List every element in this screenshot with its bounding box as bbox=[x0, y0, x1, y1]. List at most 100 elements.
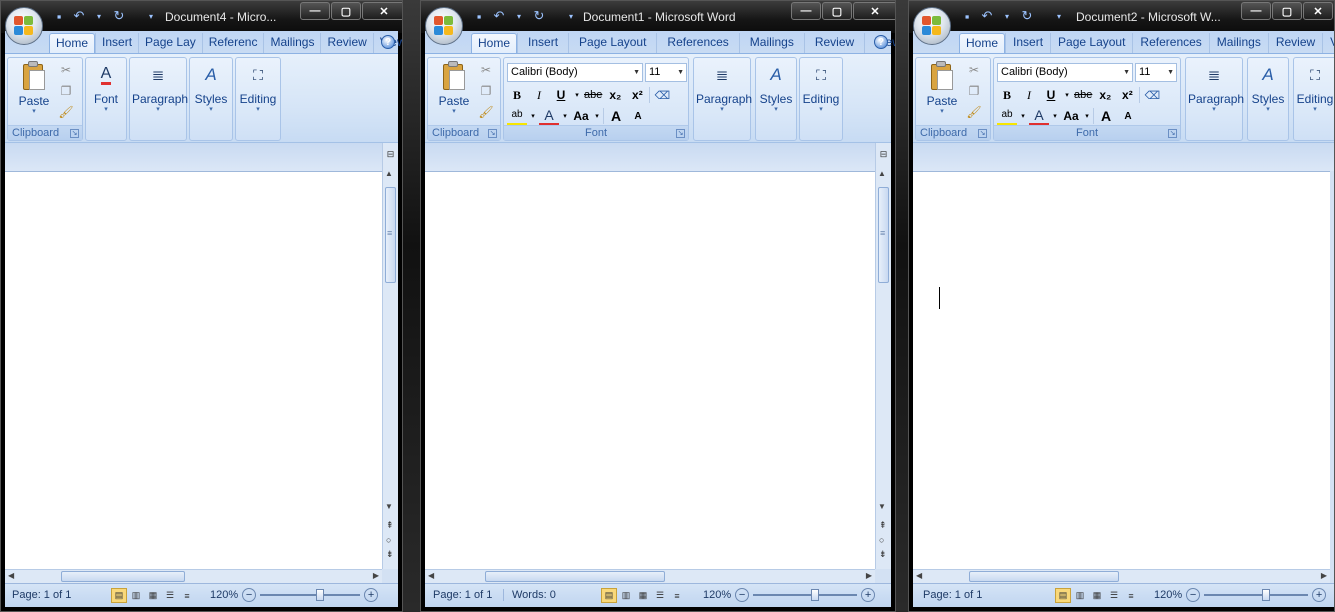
bold-button[interactable]: B bbox=[507, 85, 527, 105]
paragraph-group[interactable]: ≣ Paragraph ▾ bbox=[693, 57, 752, 141]
redo-icon[interactable]: ↻ bbox=[531, 8, 547, 24]
strikethrough-button[interactable]: abe bbox=[1073, 85, 1093, 105]
highlight-icon[interactable]: ab bbox=[997, 106, 1017, 126]
print-layout-icon[interactable]: ▤ bbox=[601, 588, 617, 603]
editing-group[interactable]: ⛶ Editing ▾ bbox=[799, 57, 843, 141]
copy-icon[interactable]: ❐ bbox=[58, 83, 74, 99]
document-page[interactable] bbox=[5, 171, 382, 569]
minimize-button[interactable]: — bbox=[1241, 2, 1271, 20]
tab-mailings[interactable]: Mailings bbox=[263, 33, 320, 53]
grow-font-button[interactable]: A bbox=[606, 106, 626, 126]
view-ruler-icon[interactable]: ⊟ bbox=[877, 147, 890, 161]
horizontal-scrollbar[interactable]: ◀ ▶ bbox=[425, 569, 875, 583]
redo-icon[interactable]: ↻ bbox=[111, 8, 127, 24]
dropdown-arrow-icon[interactable]: ▾ bbox=[561, 106, 569, 126]
tab-page-layout[interactable]: Page Layout bbox=[1050, 33, 1132, 53]
tab-review[interactable]: Review bbox=[320, 33, 372, 53]
undo-icon[interactable]: ↶ bbox=[491, 8, 507, 24]
zoom-slider-knob[interactable] bbox=[811, 589, 820, 601]
zoom-out-icon[interactable]: − bbox=[735, 588, 750, 602]
cut-icon[interactable]: ✂ bbox=[478, 62, 494, 78]
styles-group[interactable]: A Styles ▾ bbox=[755, 57, 797, 141]
close-button[interactable]: ✕ bbox=[1303, 2, 1333, 20]
office-button[interactable] bbox=[913, 7, 951, 45]
zoom-out-icon[interactable]: − bbox=[1186, 588, 1201, 602]
clear-formatting-icon[interactable]: ⌫ bbox=[652, 85, 672, 105]
scroll-down-icon[interactable]: ▼ bbox=[385, 502, 393, 511]
outline-icon[interactable]: ☰ bbox=[1106, 588, 1122, 603]
document-page[interactable] bbox=[425, 171, 875, 569]
zoom-in-icon[interactable]: + bbox=[364, 588, 379, 602]
print-layout-icon[interactable]: ▤ bbox=[111, 588, 127, 603]
zoom-level[interactable]: 120% bbox=[210, 589, 238, 601]
close-button[interactable]: ✕ bbox=[853, 2, 895, 20]
help-icon[interactable]: ? bbox=[874, 35, 888, 49]
copy-icon[interactable]: ❐ bbox=[966, 83, 982, 99]
page-count[interactable]: Page: 1 of 1 bbox=[923, 589, 982, 601]
format-painter-icon[interactable]: 🖌 bbox=[966, 104, 982, 120]
dropdown-arrow-icon[interactable]: ▾ bbox=[573, 85, 581, 105]
format-painter-icon[interactable]: 🖌 bbox=[58, 104, 74, 120]
dialog-launcher-icon[interactable]: ↘ bbox=[1168, 129, 1177, 138]
tab-review[interactable]: Review bbox=[1267, 33, 1322, 53]
tab-review[interactable]: Review bbox=[803, 33, 864, 53]
vertical-scroll-thumb[interactable] bbox=[878, 187, 889, 283]
scroll-right-icon[interactable]: ▶ bbox=[373, 571, 379, 580]
title-bar[interactable]: ▪ ↶ ▾ ↻ ▾ Document4 - Micro... — ▢ ✕ bbox=[1, 1, 402, 33]
subscript-button[interactable]: x₂ bbox=[605, 85, 625, 105]
full-screen-reading-icon[interactable]: ▥ bbox=[618, 588, 634, 603]
dropdown-arrow-icon[interactable]: ▾ bbox=[593, 106, 601, 126]
styles-button[interactable]: A Styles ▾ bbox=[1250, 60, 1286, 114]
office-button[interactable] bbox=[425, 7, 463, 45]
tab-page-layout[interactable]: Page Lay bbox=[138, 33, 202, 53]
bold-button[interactable]: B bbox=[997, 85, 1017, 105]
previous-page-icon[interactable]: ⇞ bbox=[879, 520, 887, 531]
dropdown-arrow-icon[interactable]: ▾ bbox=[529, 106, 537, 126]
editing-button[interactable]: ⛶ Editing ▾ bbox=[1296, 60, 1334, 114]
dialog-launcher-icon[interactable]: ↘ bbox=[676, 129, 685, 138]
tab-view[interactable]: View bbox=[1322, 33, 1334, 53]
scroll-left-icon[interactable]: ◀ bbox=[916, 571, 922, 580]
tab-references[interactable]: References bbox=[1132, 33, 1208, 53]
tab-references[interactable]: References bbox=[656, 33, 738, 53]
undo-icon[interactable]: ↶ bbox=[71, 8, 87, 24]
dialog-launcher-icon[interactable]: ↘ bbox=[978, 129, 987, 138]
document-page[interactable] bbox=[913, 171, 1330, 569]
horizontal-scrollbar[interactable]: ◀ ▶ bbox=[5, 569, 382, 583]
paste-button[interactable]: Paste ▾ bbox=[14, 60, 54, 116]
help-icon[interactable]: ? bbox=[381, 35, 395, 49]
scroll-right-icon[interactable]: ▶ bbox=[866, 571, 872, 580]
next-page-icon[interactable]: ⇟ bbox=[386, 549, 394, 560]
draft-icon[interactable]: ≡ bbox=[179, 588, 195, 603]
subscript-button[interactable]: x₂ bbox=[1095, 85, 1115, 105]
font-name-combo[interactable]: Calibri (Body) ▼ bbox=[507, 63, 643, 82]
horizontal-scroll-thumb[interactable] bbox=[969, 571, 1119, 582]
maximize-button[interactable]: ▢ bbox=[331, 2, 361, 20]
paragraph-button[interactable]: ≣ Paragraph ▾ bbox=[696, 60, 752, 114]
customize-qat-icon[interactable]: ▾ bbox=[143, 8, 159, 24]
title-bar[interactable]: ▪ ↶ ▾ ↻ ▾ Document1 - Microsoft Word — ▢… bbox=[421, 1, 895, 33]
save-icon[interactable]: ▪ bbox=[959, 8, 975, 24]
font-color-icon[interactable]: A bbox=[1029, 106, 1049, 126]
paste-button[interactable]: Paste ▾ bbox=[922, 60, 962, 116]
web-layout-icon[interactable]: ▦ bbox=[635, 588, 651, 603]
paragraph-button[interactable]: ≣ Paragraph ▾ bbox=[132, 60, 188, 114]
page-count[interactable]: Page: 1 of 1 bbox=[12, 589, 71, 601]
scroll-up-icon[interactable]: ▲ bbox=[385, 169, 393, 178]
tab-insert[interactable]: Insert bbox=[517, 33, 568, 53]
customize-qat-icon[interactable]: ▾ bbox=[563, 8, 579, 24]
dropdown-arrow-icon[interactable]: ▾ bbox=[511, 8, 527, 24]
cut-icon[interactable]: ✂ bbox=[966, 62, 982, 78]
clear-formatting-icon[interactable]: ⌫ bbox=[1142, 85, 1162, 105]
zoom-level[interactable]: 120% bbox=[703, 589, 731, 601]
tab-home[interactable]: Home bbox=[471, 33, 518, 53]
minimize-button[interactable]: — bbox=[791, 2, 821, 20]
paragraph-group[interactable]: ≣ Paragraph ▾ bbox=[1185, 57, 1244, 141]
scroll-up-icon[interactable]: ▲ bbox=[878, 169, 886, 178]
tab-mailings[interactable]: Mailings bbox=[738, 33, 804, 53]
font-size-combo[interactable]: 11 ▼ bbox=[1135, 63, 1177, 82]
editing-button[interactable]: ⛶ Editing ▾ bbox=[238, 60, 278, 114]
superscript-button[interactable]: x² bbox=[627, 85, 647, 105]
vertical-scroll-thumb[interactable] bbox=[385, 187, 396, 283]
vertical-scrollbar[interactable]: ⊟ ▲ ▼ ⇞ ○ ⇟ bbox=[382, 143, 398, 569]
